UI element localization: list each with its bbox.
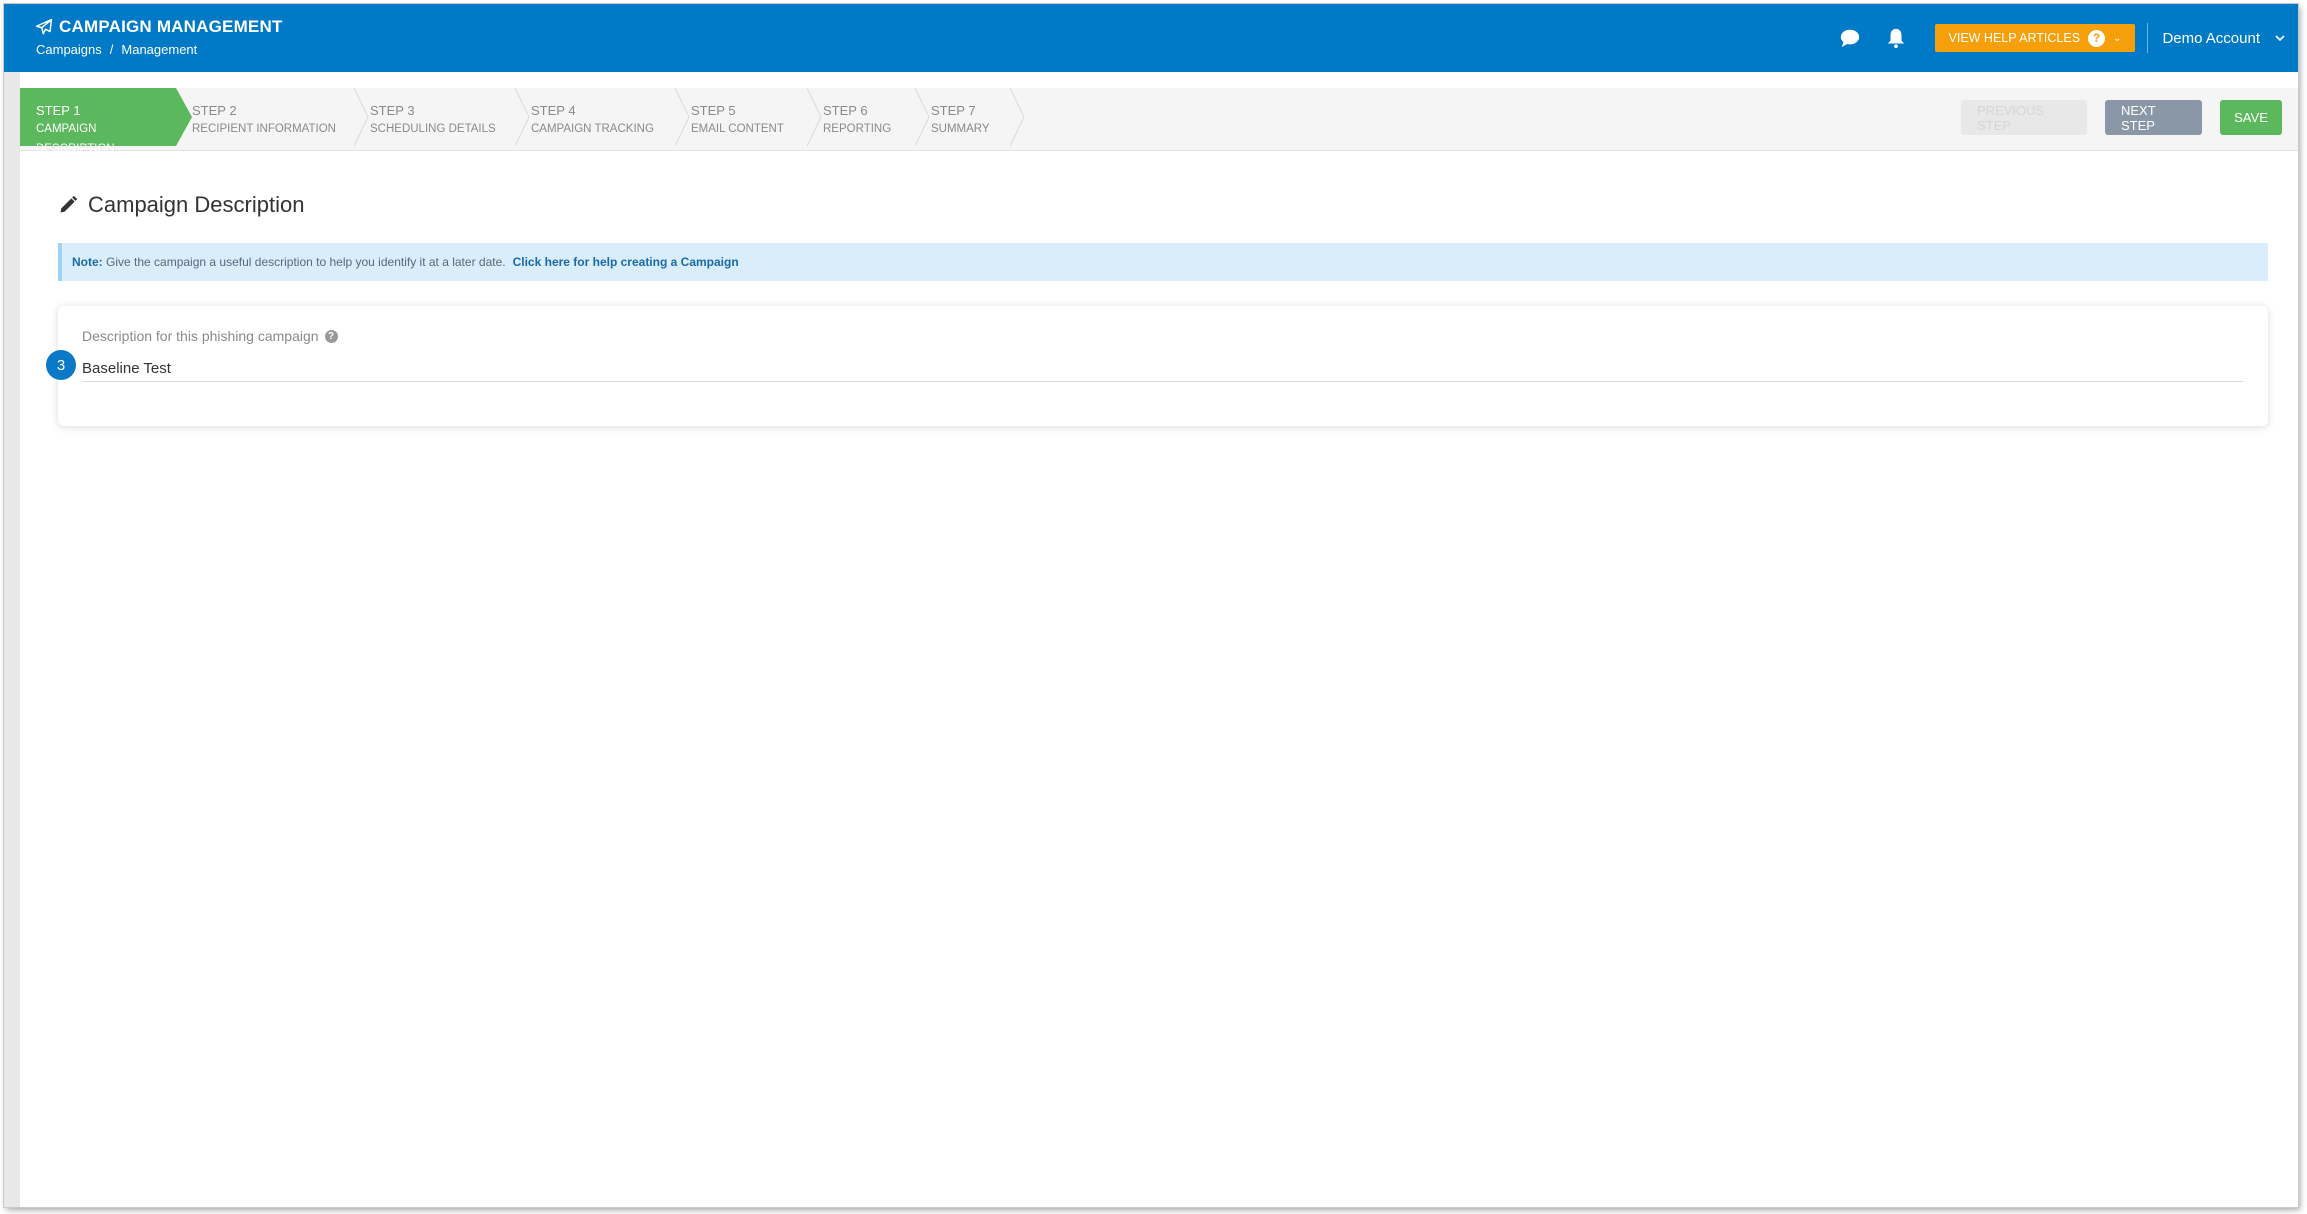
step-name: RECIPIENT INFORMATION [192, 123, 336, 135]
step-name: SUMMARY [931, 123, 990, 135]
header-actions: VIEW HELP ARTICLES ? ⌄ Demo Account [1837, 4, 2298, 72]
step-number: STEP 2 [192, 103, 237, 118]
app-title: CAMPAIGN MANAGEMENT [35, 17, 283, 37]
previous-step-button[interactable]: PREVIOUS STEP [1961, 100, 2087, 135]
main-content: Campaign Description Note: Give the camp… [20, 152, 2298, 1207]
account-chevron-down-icon[interactable] [2274, 32, 2286, 44]
step-reporting[interactable]: STEP 6 REPORTING [807, 88, 930, 146]
app-title-text: CAMPAIGN MANAGEMENT [59, 17, 283, 36]
question-icon: ? [2088, 29, 2106, 47]
step-number: STEP 1 [36, 103, 81, 118]
help-button-label: VIEW HELP ARTICLES [1948, 31, 2081, 45]
step-number: STEP 6 [823, 103, 868, 118]
page-title: Campaign Description [58, 192, 304, 218]
step-name: EMAIL CONTENT [691, 123, 784, 135]
step-arrow [915, 88, 930, 146]
note-banner: Note: Give the campaign a useful descrip… [58, 243, 2268, 281]
next-step-button[interactable]: NEXT STEP [2105, 100, 2202, 135]
breadcrumb-campaigns[interactable]: Campaigns [36, 42, 102, 57]
save-button[interactable]: SAVE [2220, 100, 2282, 135]
step-arrow [807, 88, 822, 146]
bell-icon[interactable] [1883, 25, 1909, 51]
help-creating-campaign-link[interactable]: Click here for help creating a Campaign [513, 255, 739, 269]
note-label: Note: [72, 255, 103, 269]
description-field-label: Description for this phishing campaign ? [82, 328, 338, 344]
pencil-icon [60, 195, 78, 213]
header-divider [2147, 23, 2149, 53]
view-help-articles-button[interactable]: VIEW HELP ARTICLES ? ⌄ [1934, 24, 2136, 52]
step-name: REPORTING [823, 123, 892, 135]
left-gutter [4, 72, 20, 1207]
step-name: CAMPAIGN TRACKING [531, 123, 654, 135]
account-menu[interactable]: Demo Account [2162, 30, 2260, 47]
step-number: STEP 3 [370, 103, 415, 118]
paper-plane-icon [35, 18, 53, 35]
step-campaign-tracking[interactable]: STEP 4 CAMPAIGN TRACKING [515, 88, 690, 146]
breadcrumb-management: Management [121, 42, 198, 57]
step-arrow [176, 88, 192, 146]
step-number: STEP 4 [531, 103, 576, 118]
description-card: Description for this phishing campaign ?… [46, 306, 2268, 426]
page-title-text: Campaign Description [88, 192, 305, 217]
top-header: CAMPAIGN MANAGEMENT Campaigns / Manageme… [4, 4, 2298, 72]
chevron-down-icon: ⌄ [2113, 32, 2122, 44]
wizard-actions: PREVIOUS STEP NEXT STEP SAVE [1961, 100, 2282, 135]
wizard-steps-bar: STEP 1 CAMPAIGN DESCRIPTION STEP 2 RECIP… [20, 88, 2298, 155]
help-question-icon[interactable]: ? [324, 329, 338, 343]
step-email-content[interactable]: STEP 5 EMAIL CONTENT [675, 88, 822, 146]
app-window: CAMPAIGN MANAGEMENT Campaigns / Manageme… [4, 4, 2298, 1207]
chat-icon[interactable] [1837, 25, 1863, 51]
step-number: STEP 7 [931, 103, 976, 118]
wizard-steps: STEP 1 CAMPAIGN DESCRIPTION STEP 2 RECIP… [20, 88, 1025, 155]
step-arrow [354, 88, 369, 146]
note-text: Give the campaign a useful description t… [106, 255, 506, 269]
step-name: SCHEDULING DETAILS [370, 123, 496, 135]
description-label-text: Description for this phishing campaign [82, 328, 319, 344]
breadcrumb-separator: / [109, 42, 114, 57]
step-callout-badge: 3 [46, 350, 76, 380]
step-recipient-information[interactable]: STEP 2 RECIPIENT INFORMATION [176, 88, 369, 146]
step-arrow [675, 88, 690, 146]
campaign-description-input[interactable] [82, 356, 2244, 382]
step-arrow [515, 88, 530, 146]
step-number: STEP 5 [691, 103, 736, 118]
step-campaign-description[interactable]: STEP 1 CAMPAIGN DESCRIPTION [20, 88, 192, 155]
step-scheduling-details[interactable]: STEP 3 SCHEDULING DETAILS [354, 88, 530, 146]
breadcrumb: Campaigns / Management [36, 42, 197, 57]
step-arrow [1010, 88, 1025, 146]
